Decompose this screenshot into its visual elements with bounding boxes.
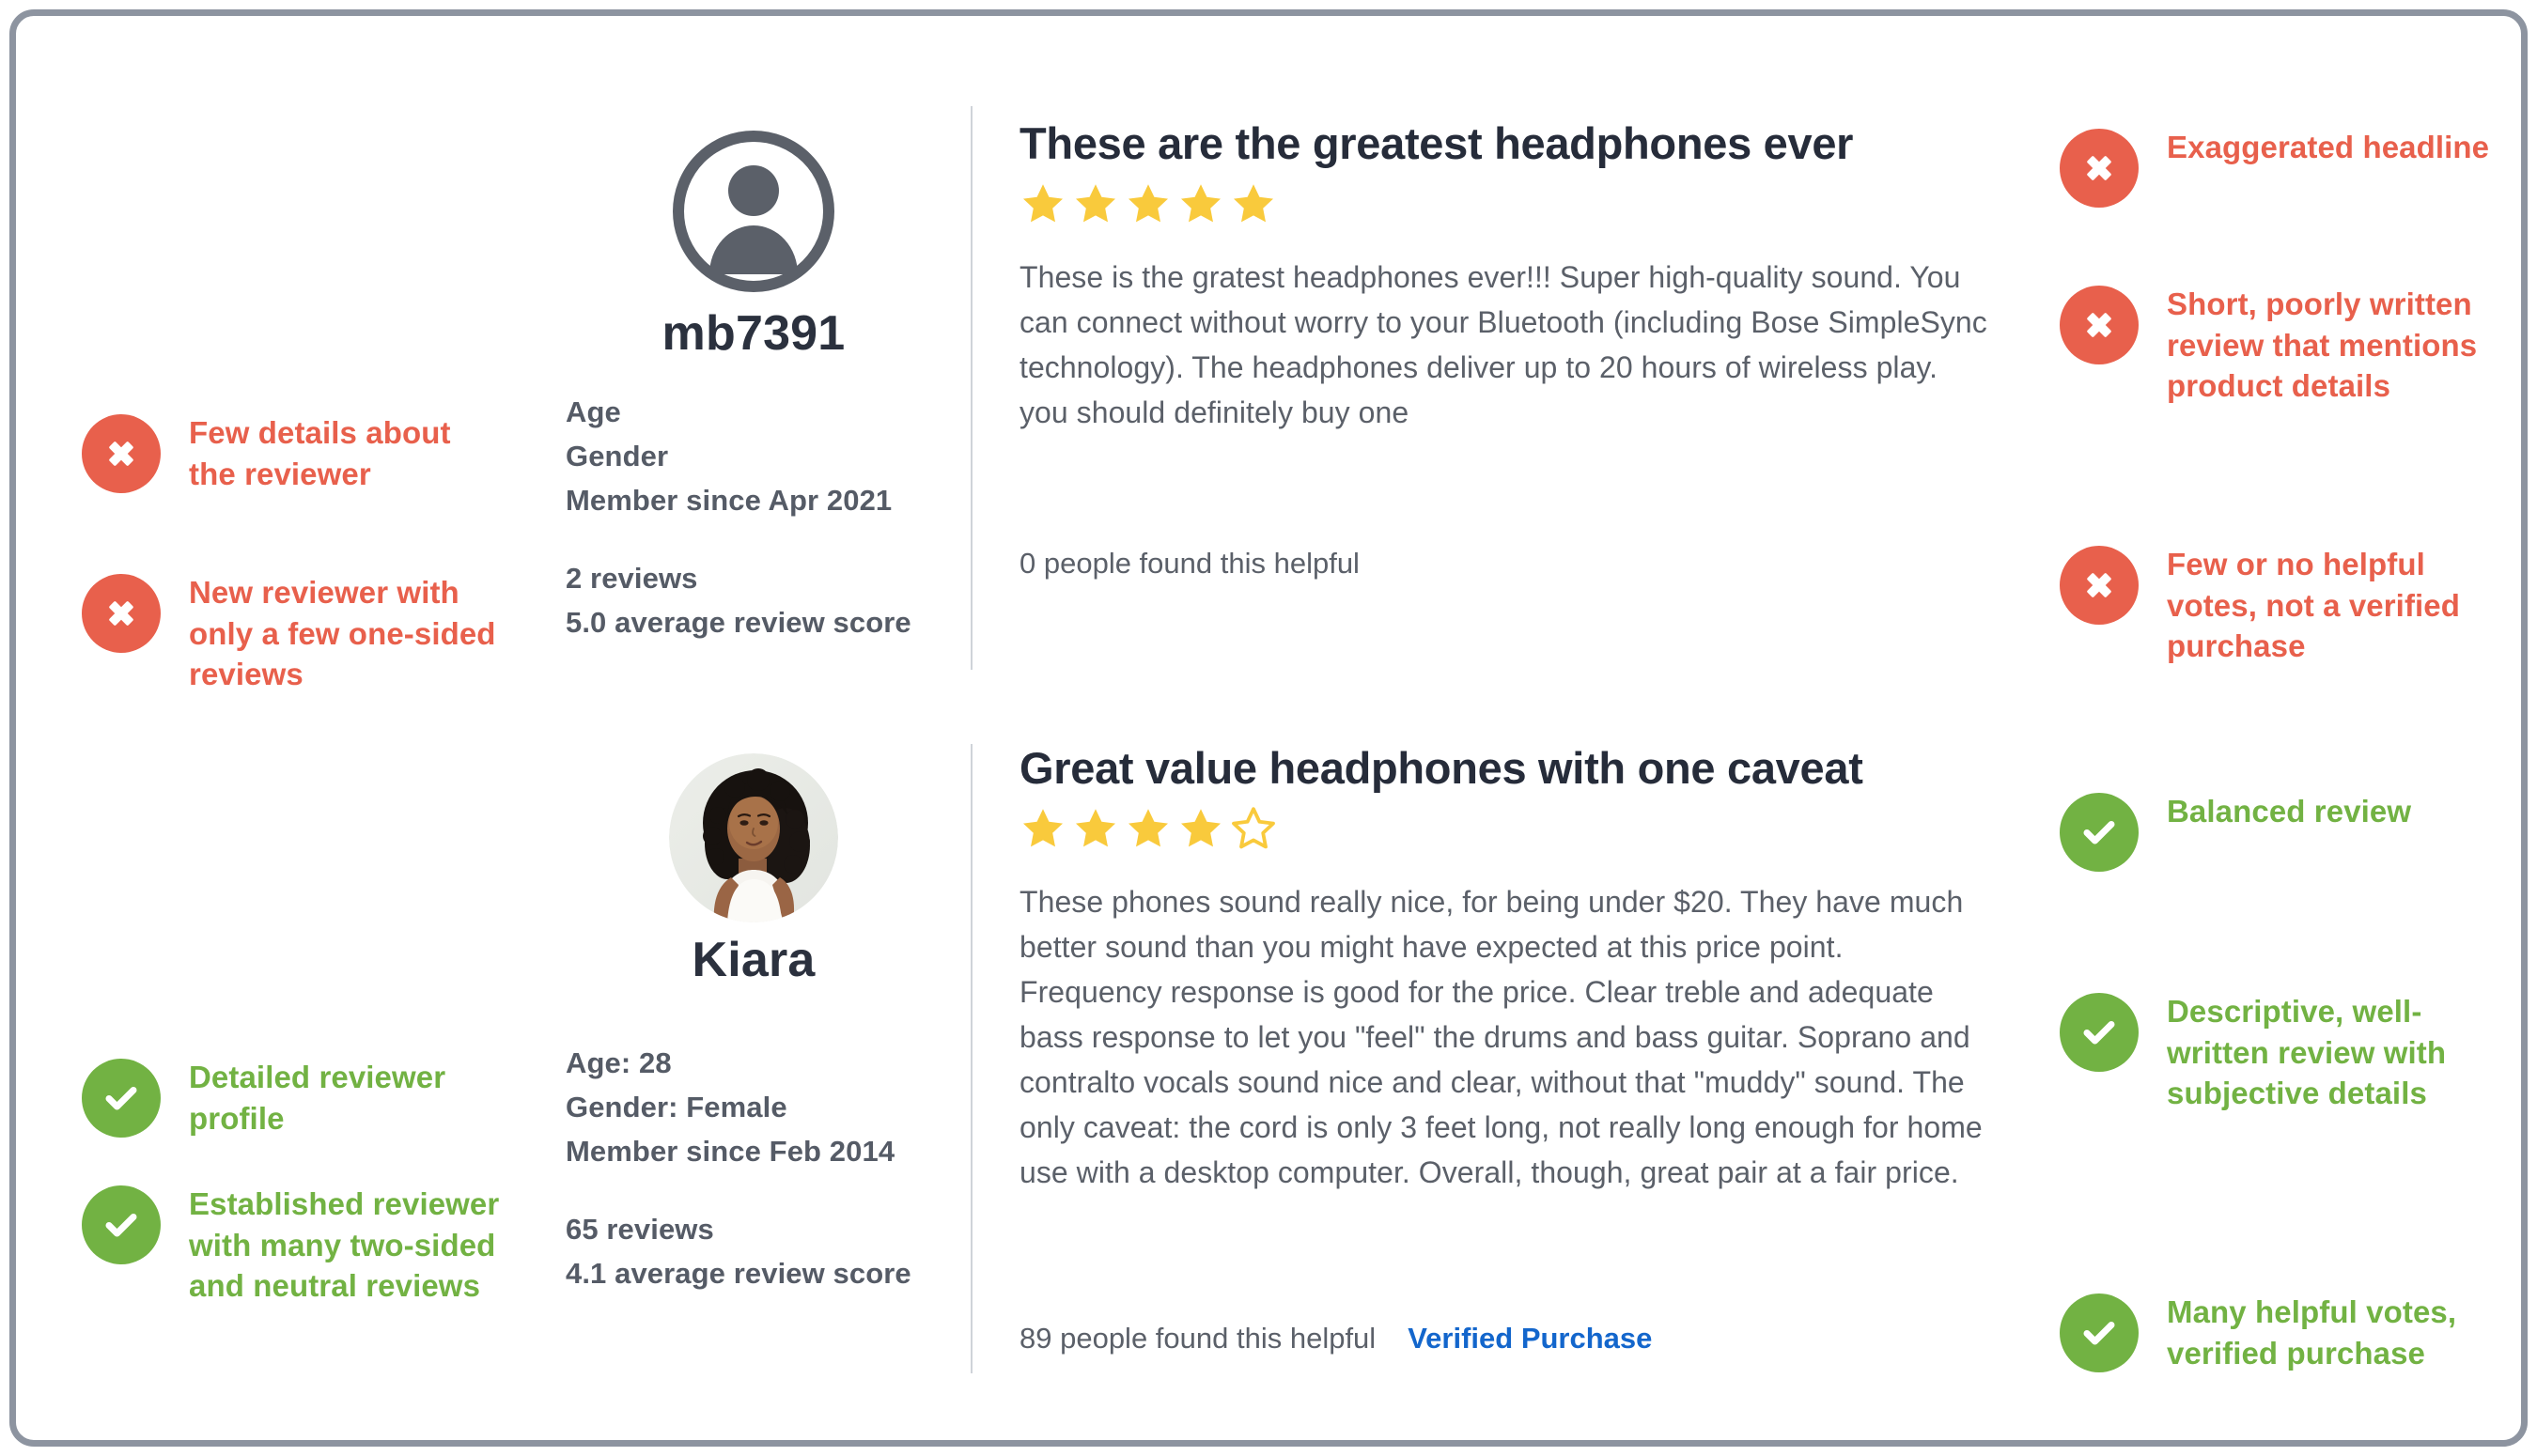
review-body: These phones sound really nice, for bein… — [1019, 884, 1983, 1189]
x-circle-icon — [2060, 546, 2139, 625]
reviewer-name: mb7391 — [661, 306, 846, 361]
review-footer-1: 0 people found this helpful — [1019, 547, 1360, 581]
x-circle-icon — [2060, 129, 2139, 208]
reviewer-gender: Gender: Female — [566, 1091, 787, 1124]
star-filled-icon — [1128, 808, 1168, 847]
annotation-label: Descriptive, well-written review with su… — [2167, 994, 2447, 1111]
reviewer-age: Age: 28 — [566, 1046, 672, 1079]
avatar — [669, 127, 838, 296]
reviewer-gender: Gender — [566, 440, 669, 473]
star-outline-icon — [1232, 806, 1275, 848]
helpful-count: 89 people found this helpful — [1019, 1322, 1377, 1355]
annotation-left-2: New reviewer with only a few one-sided r… — [82, 572, 505, 695]
helpful-count: 0 people found this helpful — [1019, 547, 1360, 580]
reviewer-profile-1: mb7391 Age Gender Member since Apr 2021 … — [566, 127, 942, 645]
star-rating — [1019, 806, 1997, 851]
avatar — [669, 753, 838, 922]
x-circle-icon — [82, 574, 161, 653]
annotation-label: Exaggerated headline — [2167, 130, 2490, 164]
review-1: These are the greatest headphones ever T… — [1019, 119, 1997, 435]
star-filled-icon — [1076, 808, 1115, 847]
check-circle-icon — [2060, 1293, 2139, 1372]
reviewer-average-score: 4.1 average review score — [566, 1257, 911, 1291]
x-circle-icon — [2060, 286, 2139, 364]
reviewer-member-since: Member since Apr 2021 — [566, 484, 893, 518]
annotation-right-4: Balanced review — [2060, 791, 2492, 872]
review-footer-2: 89 people found this helpful Verified Pu… — [1019, 1322, 1652, 1355]
default-user-avatar-icon — [673, 131, 834, 292]
annotation-right-5: Descriptive, well-written review with su… — [2060, 991, 2501, 1114]
annotation-label: Short, poorly written review that mentio… — [2167, 287, 2478, 404]
annotation-label: Few details about the reviewer — [189, 415, 451, 491]
reviewer-name: Kiara — [692, 933, 816, 987]
star-rating — [1019, 181, 1997, 226]
star-filled-icon — [1076, 183, 1115, 223]
star-filled-icon — [1023, 183, 1063, 223]
star-filled-icon — [1023, 808, 1063, 847]
check-circle-icon — [2060, 793, 2139, 872]
review-2: Great value headphones with one caveat T… — [1019, 744, 1997, 1195]
woman-portrait-photo — [669, 753, 838, 922]
review-divider-2 — [971, 744, 973, 1373]
reviewer-profile-2: Kiara Age: 28 Gender: Female Member sinc… — [566, 753, 942, 1296]
reviewer-age: Age — [566, 395, 621, 428]
annotation-right-1: Exaggerated headline — [2060, 127, 2492, 208]
review-title: Great value headphones with one caveat — [1019, 743, 1863, 793]
reviewer-meta: Age Gender Member since Apr 2021 — [566, 390, 942, 522]
star-filled-icon — [1181, 183, 1221, 223]
review-body: These is the gratest headphones ever!!! … — [1019, 259, 1987, 429]
annotation-left-1: Few details about the reviewer — [82, 412, 505, 494]
annotation-right-3: Few or no helpful votes, not a verified … — [2060, 544, 2492, 667]
star-filled-icon — [1181, 808, 1221, 847]
annotation-label: Few or no helpful votes, not a verified … — [2167, 547, 2461, 664]
check-circle-icon — [82, 1185, 161, 1264]
review-divider-1 — [971, 106, 973, 670]
check-circle-icon — [2060, 993, 2139, 1072]
annotation-right-2: Short, poorly written review that mentio… — [2060, 284, 2492, 407]
x-circle-icon — [82, 414, 161, 493]
star-filled-icon — [1234, 183, 1273, 223]
annotation-left-3: Detailed reviewer profile — [82, 1057, 505, 1138]
star-filled-icon — [1128, 183, 1168, 223]
reviewer-review-count: 2 reviews — [566, 562, 698, 596]
annotation-label: Many helpful votes, verified purchase — [2167, 1294, 2457, 1371]
reviewer-review-count: 65 reviews — [566, 1213, 714, 1247]
reviewer-member-since: Member since Feb 2014 — [566, 1135, 895, 1169]
annotation-label: Balanced review — [2167, 794, 2412, 829]
reviewer-average-score: 5.0 average review score — [566, 606, 911, 640]
reviewer-stats: 2 reviews 5.0 average review score — [566, 556, 942, 644]
annotation-label: Established reviewer with many two-sided… — [189, 1186, 500, 1304]
reviewer-meta: Age: 28 Gender: Female Member since Feb … — [566, 1041, 942, 1173]
review-title: These are the greatest headphones ever — [1019, 118, 1854, 168]
annotation-left-4: Established reviewer with many two-sided… — [82, 1184, 505, 1307]
reviewer-stats: 65 reviews 4.1 average review score — [566, 1207, 942, 1295]
check-circle-icon — [82, 1059, 161, 1138]
verified-purchase-badge[interactable]: Verified Purchase — [1408, 1322, 1652, 1355]
annotation-right-6: Many helpful votes, verified purchase — [2060, 1292, 2501, 1373]
review-comparison-card: Few details about the reviewer New revie… — [9, 9, 2528, 1447]
annotation-label: New reviewer with only a few one-sided r… — [189, 575, 496, 692]
annotation-label: Detailed reviewer profile — [189, 1060, 446, 1136]
